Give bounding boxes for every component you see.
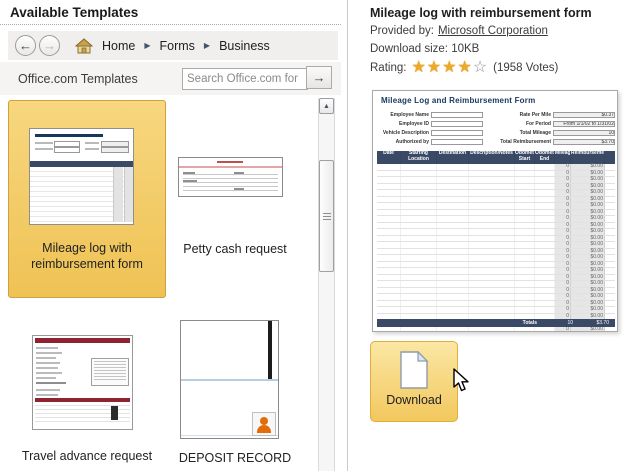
breadcrumb-separator-icon: ▶ bbox=[204, 41, 210, 50]
breadcrumb-item-forms[interactable]: Forms bbox=[160, 39, 195, 53]
deposit-record-thumbnail bbox=[180, 320, 279, 439]
available-templates-window: Available Templates ← → Home ▶ Forms ▶ B… bbox=[0, 0, 625, 471]
breadcrumb: ← → Home ▶ Forms ▶ Business bbox=[8, 31, 338, 60]
template-tile-deposit-record[interactable]: DEPOSIT RECORD bbox=[170, 310, 300, 471]
breadcrumb-item-home[interactable]: Home bbox=[102, 39, 135, 53]
template-caption: Petty cash request bbox=[170, 242, 300, 258]
mileage-thumbnail bbox=[29, 128, 134, 225]
rating-label: Rating: bbox=[370, 62, 406, 74]
template-tile-travel-advance[interactable]: Travel advance request bbox=[8, 310, 166, 471]
provider-link[interactable]: Microsoft Corporation bbox=[438, 25, 548, 37]
scrollbar-thumb[interactable] bbox=[319, 160, 334, 272]
download-button-label: Download bbox=[386, 393, 442, 407]
back-button[interactable]: ← bbox=[15, 35, 36, 56]
template-preview-image: Mileage Log and Reimbursement Form Emplo… bbox=[372, 90, 618, 332]
template-tile-mileage-log[interactable]: Mileage log with reimbursement form bbox=[8, 100, 166, 298]
download-button[interactable]: Download bbox=[370, 341, 458, 422]
rating-line: Rating: ★★★★☆ (1958 Votes) bbox=[370, 60, 558, 76]
home-icon[interactable] bbox=[74, 37, 93, 54]
person-icon bbox=[252, 412, 276, 436]
templates-scrollbar[interactable]: ▲ bbox=[318, 98, 335, 471]
breadcrumb-separator-icon: ▶ bbox=[144, 41, 150, 50]
provided-by-label: Provided by: bbox=[370, 25, 434, 37]
download-size-label: Download size: bbox=[370, 43, 448, 55]
star-filled-icon: ★ bbox=[411, 60, 426, 76]
breadcrumb-item-business[interactable]: Business bbox=[219, 39, 270, 53]
office-templates-header: Office.com Templates → bbox=[0, 62, 341, 95]
preview-table-body: 0$0.000$0.000$0.000$0.000$0.000$0.000$0.… bbox=[377, 164, 615, 332]
provided-by-line: Provided by: Microsoft Corporation bbox=[370, 25, 548, 37]
title-separator bbox=[0, 24, 341, 25]
travel-advance-thumbnail bbox=[32, 335, 133, 430]
template-details-panel: Mileage log with reimbursement form Prov… bbox=[348, 0, 625, 471]
star-empty-icon: ☆ bbox=[473, 60, 488, 76]
star-filled-icon: ★ bbox=[457, 60, 472, 76]
preview-table-header: DateStarting LocationDestinationDescript… bbox=[377, 151, 615, 164]
download-size-value: 10KB bbox=[451, 43, 479, 55]
search-input[interactable] bbox=[182, 68, 308, 90]
page-title: Available Templates bbox=[10, 5, 138, 20]
template-caption: DEPOSIT RECORD bbox=[170, 451, 300, 467]
forward-button[interactable]: → bbox=[39, 35, 60, 56]
templates-panel: Available Templates ← → Home ▶ Forms ▶ B… bbox=[0, 0, 347, 471]
template-title: Mileage log with reimbursement form bbox=[370, 6, 592, 20]
preview-left-fields: Employee NameEmployee IDVehicle Descript… bbox=[377, 111, 483, 149]
scroll-up-button[interactable]: ▲ bbox=[319, 98, 334, 114]
petty-cash-thumbnail bbox=[178, 157, 283, 197]
star-filled-icon: ★ bbox=[442, 60, 457, 76]
template-caption: Mileage log with reimbursement form bbox=[17, 241, 157, 272]
download-size-line: Download size: 10KB bbox=[370, 43, 479, 55]
office-templates-label: Office.com Templates bbox=[18, 72, 138, 86]
template-caption: Travel advance request bbox=[8, 449, 166, 465]
preview-right-fields: Rate Per Mile$0.37For PeriodFrom 1/1/02 … bbox=[485, 111, 615, 149]
template-tile-petty-cash[interactable]: Petty cash request bbox=[170, 100, 300, 298]
star-filled-icon: ★ bbox=[427, 60, 442, 76]
preview-totals-row: Totals 10 $3.70 bbox=[377, 319, 615, 327]
document-icon bbox=[399, 351, 429, 389]
search-go-button[interactable]: → bbox=[306, 66, 332, 89]
rating-votes: (1958 Votes) bbox=[493, 62, 558, 74]
mouse-cursor-icon bbox=[452, 368, 470, 394]
preview-form-title: Mileage Log and Reimbursement Form bbox=[381, 96, 617, 105]
rating-stars: ★★★★☆ bbox=[411, 60, 488, 76]
